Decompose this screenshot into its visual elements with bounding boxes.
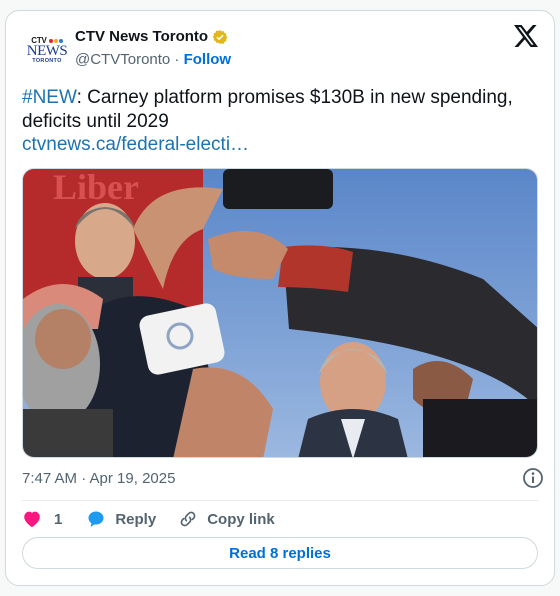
photo-illustration: Liber <box>23 169 537 457</box>
x-logo-icon[interactable] <box>514 25 538 47</box>
handle-row: @CTVToronto · Follow <box>75 51 231 68</box>
logo-news-text: NEWS <box>26 43 68 59</box>
sign-text: Liber <box>53 169 139 207</box>
read-replies-button[interactable]: Read 8 replies <box>22 537 538 569</box>
copy-link-label: Copy link <box>207 510 275 528</box>
post-timestamp[interactable]: 7:47 AM · Apr 19, 2025 <box>22 470 175 487</box>
action-bar: 1 Reply Copy link <box>22 507 275 531</box>
post-body-text: : Carney platform promises $130B in new … <box>22 87 513 132</box>
reply-button[interactable]: Reply <box>86 509 156 529</box>
logo-sub-text: TORONTO <box>32 58 62 64</box>
reply-label: Reply <box>115 510 157 528</box>
verified-badge-icon <box>212 29 228 44</box>
post-header: CTV NEWS TORONTO CTV News Toronto @CTVTo… <box>6 11 554 75</box>
handle-separator: · <box>170 51 184 68</box>
like-count: 1 <box>54 510 63 528</box>
ctv-dots-icon <box>48 38 63 43</box>
display-name[interactable]: CTV News Toronto <box>75 28 208 45</box>
divider <box>22 500 538 501</box>
follow-link[interactable]: Follow <box>184 51 232 68</box>
post-text: #NEW: Carney platform promises $130B in … <box>22 86 542 134</box>
account-avatar[interactable]: CTV NEWS TORONTO <box>26 29 68 71</box>
article-link[interactable]: ctvnews.ca/federal-electi… <box>22 133 249 157</box>
post-photo[interactable]: Liber <box>22 168 538 458</box>
copy-link-button[interactable]: Copy link <box>178 509 275 529</box>
account-handle[interactable]: @CTVToronto <box>75 51 170 68</box>
speech-bubble-icon <box>88 511 104 527</box>
link-icon <box>180 511 196 527</box>
heart-icon <box>24 511 40 528</box>
embedded-post-card: CTV NEWS TORONTO CTV News Toronto @CTVTo… <box>5 10 555 586</box>
like-button[interactable]: 1 <box>22 510 62 528</box>
hashtag-link[interactable]: #NEW <box>22 87 77 108</box>
info-icon[interactable] <box>522 467 544 489</box>
